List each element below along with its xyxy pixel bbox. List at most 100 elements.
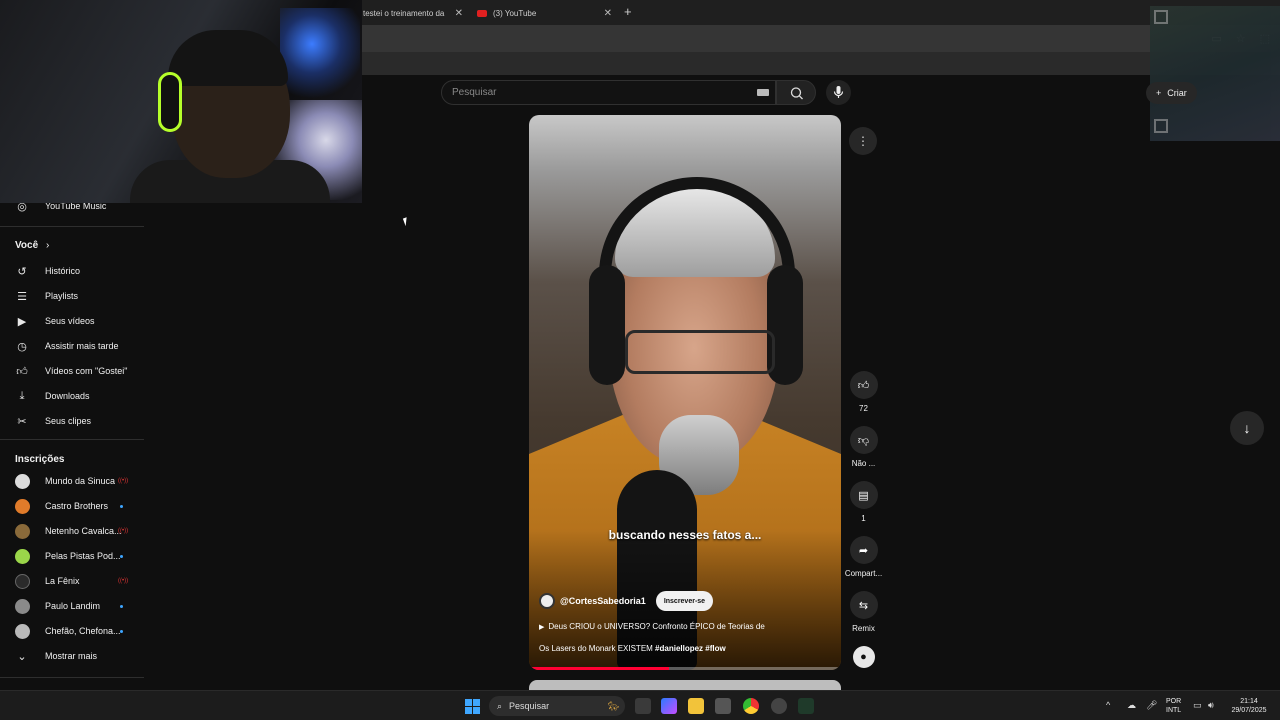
tab-youtube[interactable]: (3) YouTube ✕ [477, 3, 612, 23]
search-input[interactable]: Pesquisar [441, 80, 776, 105]
show-more-button[interactable]: ⌄ Mostrar mais [0, 645, 144, 667]
like-button[interactable]: 👍︎ [849, 371, 878, 399]
thumb-up-icon: 👍︎ [16, 365, 28, 378]
sidebar: ◎ YouTube Music Você › ↺ Histórico ☰ Pla… [0, 196, 144, 690]
playlists-icon: ☰ [17, 290, 27, 303]
stream-overlay-graphic [1150, 6, 1280, 141]
volume-icon[interactable]: 🔊︎ [1208, 700, 1214, 711]
section-heading-you[interactable]: Você › [15, 240, 49, 251]
network-icon[interactable]: ▭ [1193, 700, 1202, 711]
comments-button[interactable]: ▤ [849, 481, 878, 509]
share-arrow-icon: ➦ [858, 544, 869, 557]
subscribe-button[interactable]: Inscrever-se [655, 591, 714, 611]
sidebar-item-your-videos[interactable]: ▶ Seus vídeos [0, 310, 144, 332]
channel-name[interactable]: @CortesSabedoria1 [560, 596, 646, 606]
terminal-icon[interactable] [798, 698, 814, 714]
plus-icon: + [1156, 88, 1162, 98]
search-button[interactable] [776, 80, 816, 105]
video-progress-bar[interactable] [529, 667, 841, 670]
subscription-item[interactable]: La Fênix ((•)) [0, 570, 144, 592]
remix-button[interactable]: ⇆ [849, 591, 878, 619]
chevron-down-icon: ⌄ [17, 650, 27, 663]
search-icon [790, 87, 803, 100]
video-title-line-2[interactable]: Os Lasers do Monark EXISTEM #daniellopez… [539, 644, 726, 653]
tab-training[interactable]: testei o treinamento da ✕ [363, 3, 463, 23]
subscription-label: La Fênix [45, 576, 80, 586]
subscription-item[interactable]: Paulo Landim [0, 595, 144, 617]
next-video-button[interactable]: ↓ [1230, 411, 1264, 445]
sound-thumbnail-button[interactable]: ● [852, 646, 875, 668]
tab-label: (3) YouTube [493, 8, 537, 18]
screen: testei o treinamento da ✕ (3) YouTube ✕ … [0, 0, 1280, 720]
music-avatar-icon: ● [860, 651, 867, 663]
thumb-down-icon: 👎︎ [857, 434, 870, 447]
clock[interactable]: 21:14 29/07/2025 [1226, 697, 1272, 715]
subscription-item[interactable]: Netenho Cavalca... ((•)) [0, 520, 144, 542]
sidebar-item-liked-videos[interactable]: 👍︎ Vídeos com "Gostei" [0, 360, 144, 382]
new-tab-icon[interactable]: + [624, 4, 632, 19]
dislike-action[interactable]: 👎︎ Não ... [841, 426, 886, 468]
share-button[interactable]: ➦ [849, 536, 878, 564]
create-button[interactable]: + Criar [1146, 82, 1197, 104]
divider [0, 677, 144, 678]
keyboard-icon[interactable] [757, 89, 769, 96]
comment-icon: ▤ [858, 489, 869, 502]
webcam-overlay [0, 0, 362, 203]
more-vertical-icon: ⋮ [857, 134, 869, 148]
remix-action[interactable]: ⇆ Remix [841, 591, 886, 633]
sidebar-item-label: Seus vídeos [45, 316, 95, 326]
subscription-item[interactable]: Chefão, Chefona... [0, 620, 144, 642]
dislike-button[interactable]: 👎︎ [849, 426, 878, 454]
channel-avatar [15, 548, 30, 564]
sidebar-item-playlists[interactable]: ☰ Playlists [0, 285, 144, 307]
share-action[interactable]: ➦ Compart... [841, 536, 886, 578]
sidebar-item-label: Vídeos com "Gostei" [45, 366, 128, 376]
channel-row: @CortesSabedoria1 Inscrever-se [539, 591, 714, 611]
short-video-player[interactable]: buscando nesses fatos a... @CortesSabedo… [529, 115, 841, 670]
channel-avatar [15, 498, 30, 514]
subscription-item[interactable]: Castro Brothers [0, 495, 144, 517]
subscription-item[interactable]: Mundo da Sinuca ((•)) [0, 470, 144, 492]
history-icon: ↺ [17, 265, 27, 278]
tray-app-icon[interactable]: ☁ [1127, 700, 1136, 711]
sidebar-item-label: Assistir mais tarde [45, 341, 119, 351]
sidebar-item-watch-later[interactable]: ◷ Assistir mais tarde [0, 335, 144, 357]
subscription-item[interactable]: Pelas Pistas Pod... [0, 545, 144, 567]
like-action[interactable]: 👍︎ 72 [841, 371, 886, 413]
new-content-dot [120, 604, 123, 608]
file-explorer-icon[interactable] [688, 698, 704, 714]
live-indicator-icon: ((•)) [118, 478, 129, 484]
sidebar-item-your-clips[interactable]: ✂ Seus clipes [0, 410, 144, 432]
sound-action[interactable]: ● [841, 646, 886, 668]
input-language[interactable]: POR INTL [1166, 697, 1181, 715]
video-title-line-1[interactable]: ▶ Deus CRIOU o UNIVERSO? Confronto ÉPICO … [539, 622, 765, 631]
show-more-label: Mostrar mais [45, 651, 98, 661]
comment-action[interactable]: ▤ 1 [841, 481, 886, 523]
dislike-label: Não ... [851, 459, 876, 468]
close-tab-icon[interactable]: ✕ [604, 8, 612, 19]
search-highlight-icon: 🐆︎ [607, 700, 619, 711]
task-view-icon[interactable] [635, 698, 651, 714]
sidebar-item-downloads[interactable]: ⤓ Downloads [0, 385, 144, 407]
close-tab-icon[interactable]: ✕ [455, 8, 463, 19]
tray-overflow-icon[interactable]: ^ [1106, 700, 1110, 710]
divider [0, 226, 144, 227]
scissors-icon: ✂ [17, 415, 27, 428]
mouse-cursor-icon [402, 215, 414, 227]
app-icon[interactable] [771, 698, 787, 714]
tray-mic-icon[interactable]: 🎤︎ [1146, 700, 1157, 711]
more-options-button[interactable]: ⋮ [849, 127, 877, 155]
copilot-icon[interactable] [661, 698, 677, 714]
voice-search-button[interactable] [826, 80, 851, 105]
hashtags[interactable]: #daniellopez #flow [655, 644, 726, 653]
section-heading-subscriptions: Inscrições [15, 454, 65, 465]
windows-start-icon[interactable] [465, 699, 480, 714]
store-icon[interactable] [715, 698, 731, 714]
channel-avatar[interactable] [539, 593, 555, 609]
chrome-icon[interactable] [743, 698, 759, 714]
sidebar-item-history[interactable]: ↺ Histórico [0, 260, 144, 282]
sidebar-item-label: Downloads [45, 391, 90, 401]
download-icon: ⤓ [19, 389, 25, 402]
subscription-label: Chefão, Chefona... [45, 626, 121, 636]
taskbar-search[interactable]: ⌕ Pesquisar 🐆︎ [489, 696, 625, 716]
